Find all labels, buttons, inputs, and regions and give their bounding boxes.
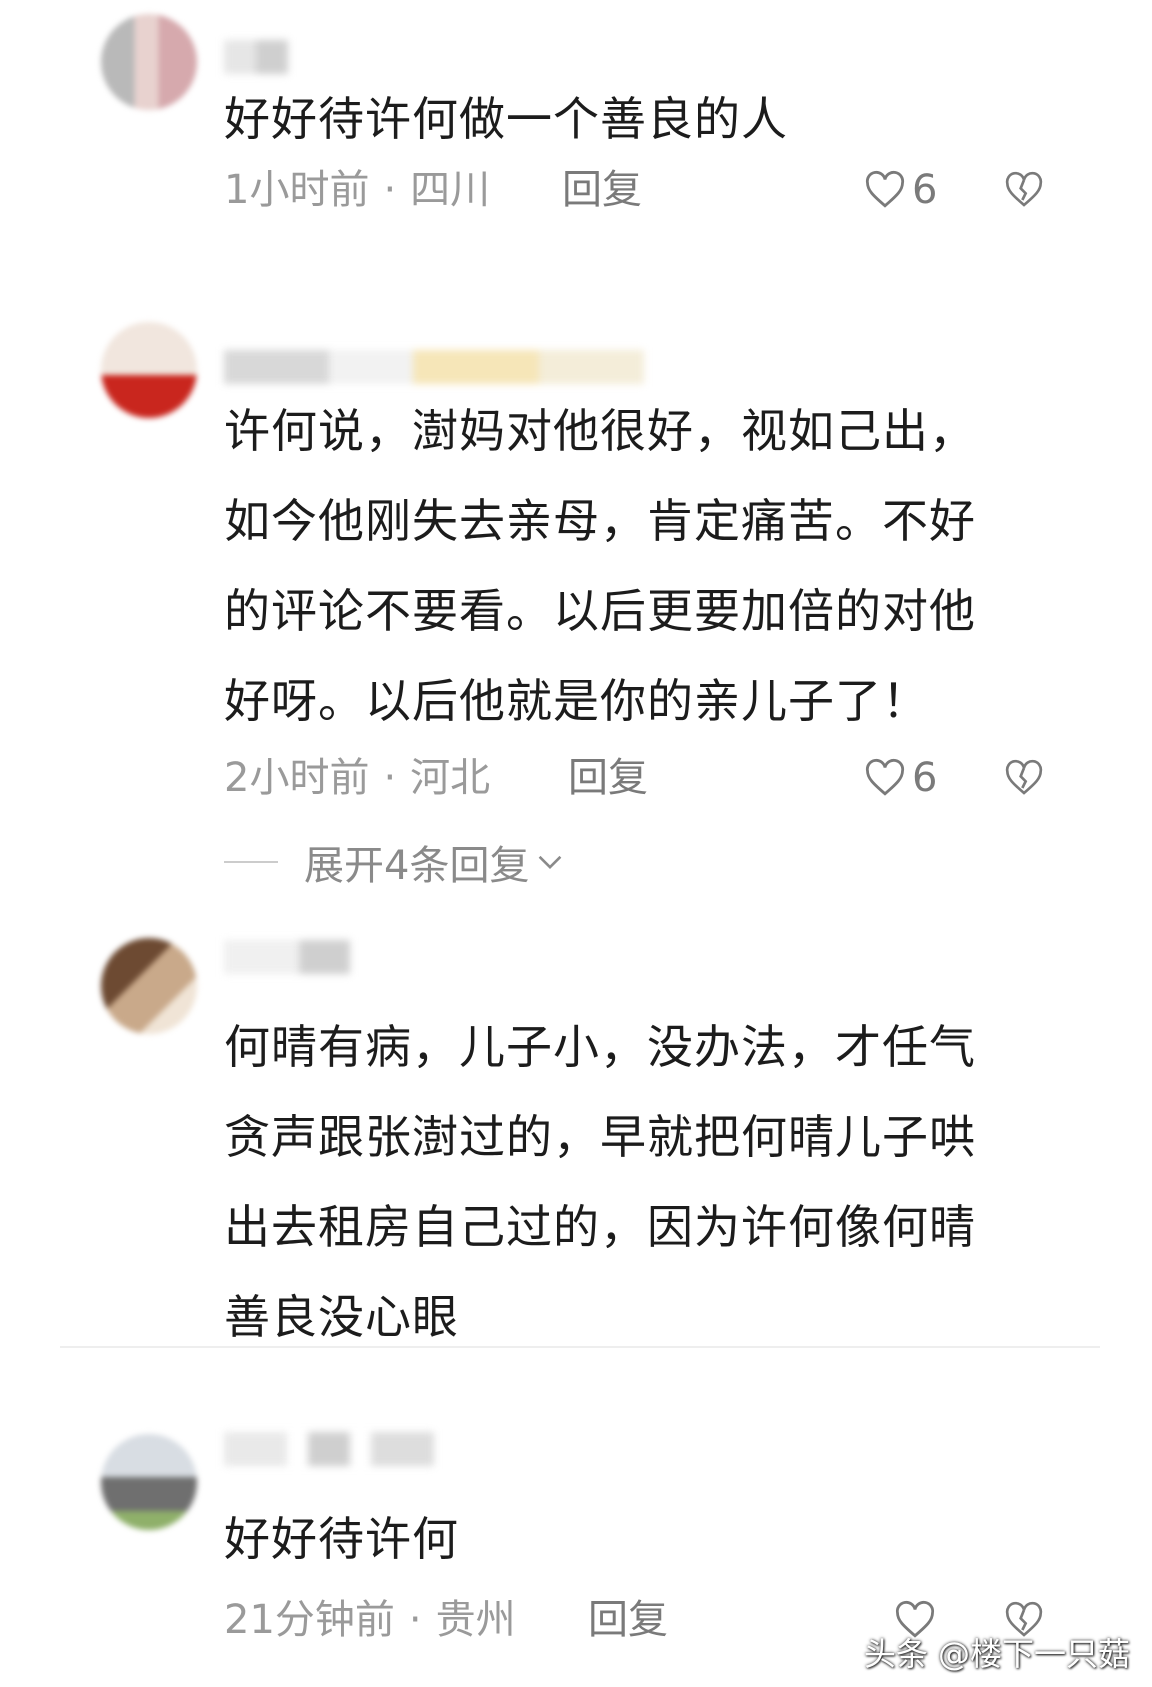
comment-meta: 2小时前 · 河北 (224, 748, 490, 808)
avatar[interactable] (101, 322, 197, 418)
comment-meta: 21分钟前 · 贵州 (224, 1590, 516, 1650)
like-count: 6 (912, 755, 938, 801)
meta-separator: · (383, 167, 397, 213)
comment-text: 好好待许何 (224, 1512, 459, 1566)
comment-text: 好好待许何做一个善良的人 (224, 92, 788, 146)
like-button[interactable]: 6 (864, 748, 937, 808)
broken-heart-icon[interactable] (1004, 758, 1044, 798)
watermark: 头条 @楼下一只菇 (863, 1635, 1130, 1673)
avatar[interactable] (101, 14, 197, 110)
comment-location: 贵州 (435, 1597, 516, 1643)
username-redacted (224, 1432, 434, 1466)
username-redacted (224, 40, 288, 74)
like-button[interactable]: 6 (864, 160, 937, 220)
expand-label: 展开4条回复 (304, 843, 530, 889)
broken-heart-icon[interactable] (1004, 170, 1044, 210)
meta-separator: · (408, 1597, 422, 1643)
comment-meta: 1小时前 · 四川 (224, 160, 490, 220)
expand-line (224, 861, 278, 863)
comment-divider (60, 1346, 1100, 1348)
comment-time: 2小时前 (224, 755, 370, 801)
reply-button[interactable]: 回复 (562, 160, 642, 220)
comment-text: 何晴有病，儿子小，没办法，才任气 贪声跟张澍过的，早就把何晴儿子哄 出去租房自己… (224, 1020, 976, 1344)
avatar[interactable] (101, 1434, 197, 1530)
reply-button[interactable]: 回复 (588, 1590, 668, 1650)
chevron-down-icon (539, 855, 562, 870)
comment-time: 21分钟前 (224, 1597, 395, 1643)
like-count: 6 (912, 167, 938, 213)
comment-location: 河北 (410, 755, 491, 801)
username-redacted (224, 940, 350, 974)
heart-outline-icon (865, 758, 905, 796)
avatar[interactable] (101, 938, 197, 1034)
comment-text: 许何说，澍妈对他很好，视如己出， 如今他刚失去亲母，肯定痛苦。不好 的评论不要看… (224, 404, 976, 728)
comment-location: 四川 (410, 167, 491, 213)
reply-button[interactable]: 回复 (568, 748, 648, 808)
comment-time: 1小时前 (224, 167, 370, 213)
username-redacted (224, 350, 644, 384)
heart-outline-icon (865, 170, 905, 208)
expand-replies-button[interactable]: 展开4条回复 (224, 832, 563, 892)
meta-separator: · (383, 755, 397, 801)
